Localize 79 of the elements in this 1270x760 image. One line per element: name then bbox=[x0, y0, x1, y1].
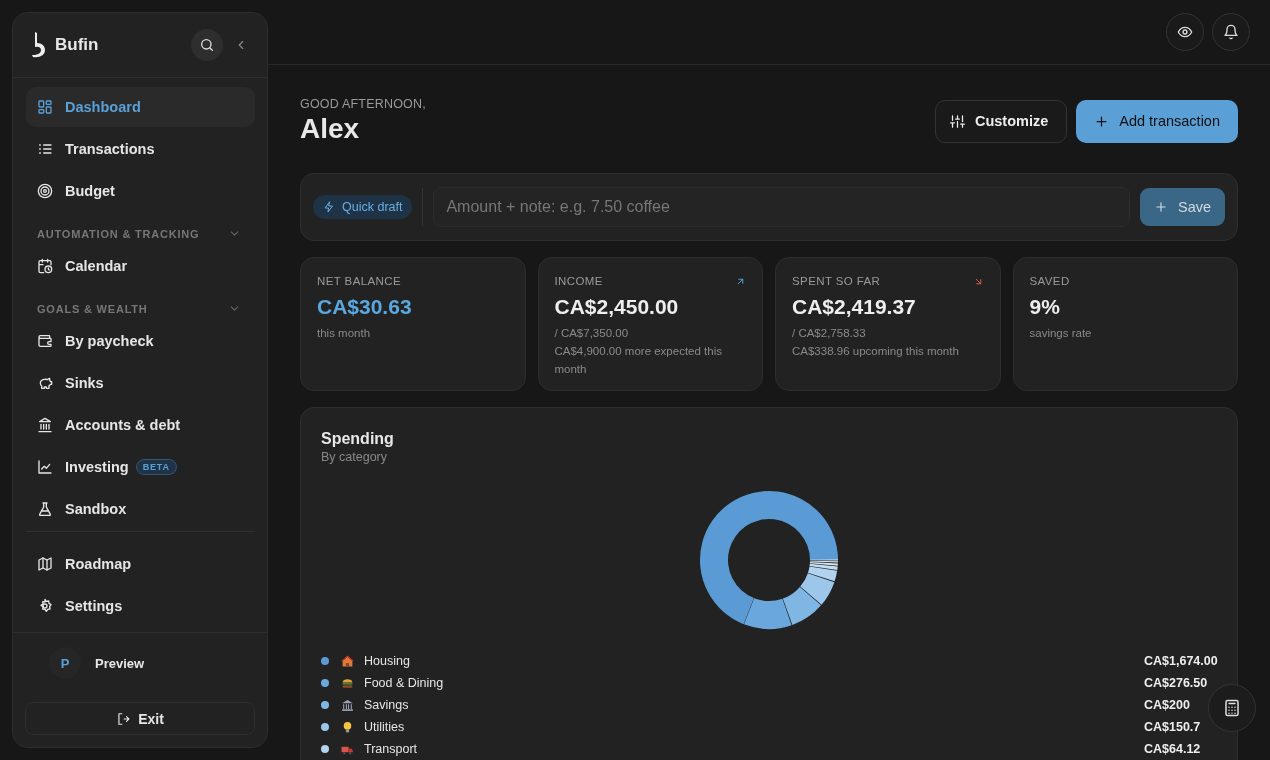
quick-draft-input[interactable]: Amount + note: e.g. 7.50 coffee bbox=[433, 187, 1130, 227]
save-button[interactable]: Save bbox=[1140, 188, 1225, 226]
sidebar-item[interactable]: Investing BETA bbox=[26, 447, 255, 487]
target-icon bbox=[37, 183, 53, 199]
bank-icon bbox=[37, 417, 53, 433]
stat-title: NET BALANCE bbox=[317, 275, 402, 287]
quick-draft-badge: Quick draft bbox=[313, 195, 413, 219]
stat-title: SAVED bbox=[1029, 275, 1070, 287]
stat-value: CA$30.63 bbox=[317, 295, 413, 319]
visibility-button[interactable] bbox=[1166, 13, 1204, 51]
stat-value: CA$2,419.37 bbox=[792, 295, 917, 319]
plus-icon bbox=[1153, 200, 1168, 214]
sidebar-item[interactable]: Sandbox bbox=[26, 489, 255, 529]
piggy-bank-icon bbox=[37, 375, 53, 391]
bell-icon bbox=[1223, 24, 1239, 40]
category-name: Savings bbox=[364, 698, 410, 712]
lightning-icon bbox=[323, 201, 335, 213]
greeting: GOOD AFTERNOON, bbox=[300, 97, 426, 111]
section-heading: GOALS & WEALTH bbox=[37, 302, 148, 315]
eye-icon bbox=[1177, 24, 1193, 40]
stat-note: / CA$7,350.00 bbox=[554, 326, 630, 341]
category-name: Food & Dining bbox=[364, 676, 445, 690]
list-icon bbox=[37, 141, 53, 157]
customize-button[interactable]: Customize bbox=[934, 99, 1068, 143]
bank-icon bbox=[341, 698, 354, 712]
beta-badge: BETA bbox=[135, 459, 177, 475]
sidebar-item[interactable]: Budget bbox=[26, 171, 255, 211]
exit-button[interactable]: Exit bbox=[25, 702, 255, 735]
wallet-icon bbox=[37, 333, 53, 349]
notifications-button[interactable] bbox=[1212, 13, 1250, 51]
stat-note: / CA$2,758.33 bbox=[792, 326, 867, 341]
card-subtitle: By category bbox=[321, 450, 388, 464]
stat-note: CA$4,900.00 more expected this month bbox=[554, 344, 723, 377]
sidebar-item[interactable]: Calendar bbox=[26, 246, 255, 286]
calendar-clock-icon bbox=[37, 258, 53, 274]
map-icon bbox=[37, 556, 53, 572]
category-name: Transport bbox=[364, 742, 419, 756]
logo-icon bbox=[31, 32, 45, 58]
user-greeting-name: Alex bbox=[300, 113, 361, 145]
search-icon bbox=[199, 37, 215, 53]
user-name: Preview bbox=[95, 655, 145, 671]
settings-icon bbox=[37, 598, 53, 614]
sidebar-item[interactable]: By paycheck bbox=[26, 321, 255, 361]
sidebar-item[interactable]: Transactions bbox=[26, 129, 255, 169]
category-amount: CA$1,674.00 bbox=[1144, 654, 1219, 668]
stat-note: this month bbox=[317, 326, 372, 341]
sidebar-item[interactable]: Dashboard bbox=[26, 87, 255, 127]
stat-value: CA$2,450.00 bbox=[554, 295, 680, 319]
stat-value: 9% bbox=[1029, 295, 1061, 319]
category-amount: CA$200 bbox=[1144, 698, 1191, 712]
stat-title: SPENT SO FAR bbox=[792, 275, 881, 287]
category-amount: CA$64.12 bbox=[1144, 742, 1202, 756]
stat-title: INCOME bbox=[554, 275, 603, 287]
sidebar-item[interactable]: Roadmap bbox=[26, 544, 255, 584]
brand-name: Bufin bbox=[55, 35, 100, 55]
sidebar-item[interactable]: Settings bbox=[26, 586, 255, 626]
category-amount: CA$150.7 bbox=[1144, 720, 1202, 734]
category-amount: CA$276.50 bbox=[1144, 676, 1209, 690]
layout-grid-icon bbox=[37, 99, 53, 115]
stat-note: CA$338.96 upcoming this month bbox=[792, 344, 960, 359]
stat-note: savings rate bbox=[1029, 326, 1093, 341]
card-title: Spending bbox=[321, 430, 395, 448]
section-heading: AUTOMATION & TRACKING bbox=[37, 227, 200, 240]
sidebar-item[interactable]: Sinks bbox=[26, 363, 255, 403]
plus-icon bbox=[1094, 113, 1110, 129]
category-name: Housing bbox=[364, 654, 411, 668]
category-name: Utilities bbox=[364, 720, 406, 734]
calculator-icon bbox=[1223, 699, 1241, 717]
burger-icon bbox=[341, 676, 354, 690]
add-transaction-button[interactable]: Add transaction bbox=[1076, 99, 1238, 143]
sidebar-item[interactable]: Accounts & debt bbox=[26, 405, 255, 445]
house-icon bbox=[341, 654, 354, 668]
line-chart-icon bbox=[37, 459, 53, 475]
search-button[interactable] bbox=[191, 29, 223, 61]
exit-icon bbox=[116, 711, 131, 726]
flask-icon bbox=[37, 501, 53, 517]
sliders-icon bbox=[949, 113, 965, 129]
user-avatar[interactable]: P bbox=[49, 647, 81, 679]
lightbulb-icon bbox=[341, 720, 354, 734]
